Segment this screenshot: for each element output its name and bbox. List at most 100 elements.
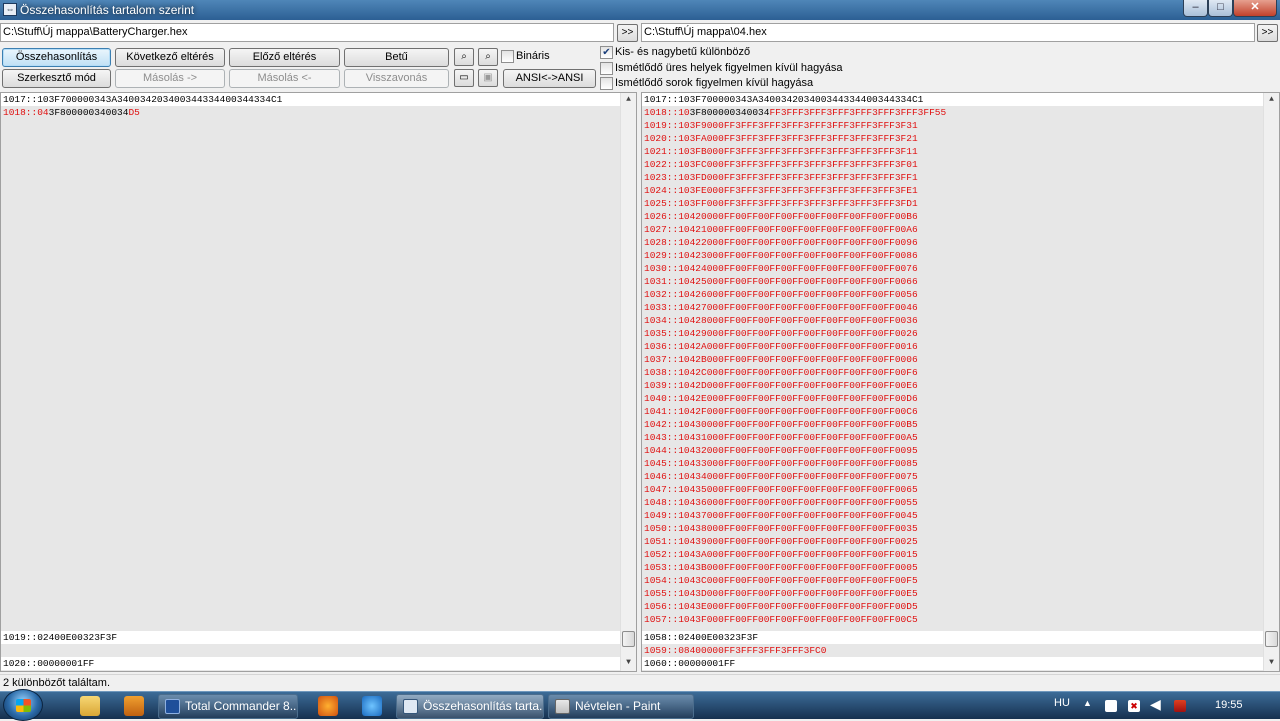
start-button[interactable] [3,689,43,721]
right-browse-button[interactable]: >> [1257,24,1278,42]
code-line-diff: 1039::1042D000FF00FF00FF00FF00FF00FF00FF… [644,380,918,391]
diff-segment: 10 [678,107,690,118]
left-file-path-input[interactable]: C:\Stuff\Új mappa\BatteryCharger.hex [0,23,614,42]
right-diff-lines: 1019::103F9000FF3FFF3FFF3FFF3FFF3FFF3FFF… [642,119,1263,626]
code-line-diff: 1056::1043E000FF00FF00FF00FF00FF00FF00FF… [644,601,918,612]
code-line-diff: 1034::10428000FF00FF00FF00FF00FF00FF00FF… [644,315,918,326]
code-line-diff: 1053::1043B000FF00FF00FF00FF00FF00FF00FF… [644,562,918,573]
font-button[interactable]: Betű [344,48,449,67]
case-sensitive-checkbox[interactable]: ✔ [600,46,613,59]
left-code-area[interactable]: 1017::103F700000343A34003420340034433440… [1,93,620,671]
status-bar: 2 különbözőt találtam. [0,674,1280,691]
code-line-diff: 1059::08400000FF3FFF3FFF3FFF3FC0 [644,645,827,656]
compare-button[interactable]: Összehasonlítás [2,48,111,67]
case-sensitive-label: Kis- és nagybetű különböző [615,46,751,58]
code-line-diff: 1044::10432000FF00FF00FF00FF00FF00FF00FF… [644,445,918,456]
right-compare-pane[interactable]: 1017::103F700000343A34003420340034433440… [641,92,1280,672]
code-line-diff: 1030::10424000FF00FF00FF00FF00FF00FF00FF… [644,263,918,274]
code-line-diff: 1054::1043C000FF00FF00FF00FF00FF00FF00FF… [644,575,918,586]
save-icon[interactable]: ▣ [478,69,498,87]
undo-button[interactable]: Visszavonás [344,69,449,88]
ignore-spaces-checkbox[interactable] [600,62,613,75]
ignore-lines-label: Ismétlődő sorok figyelmen kívül hagyása [615,77,814,89]
code-line-diff: 1046::10434000FF00FF00FF00FF00FF00FF00FF… [644,471,918,482]
device-icon[interactable] [1105,700,1117,712]
left-compare-pane[interactable]: 1017::103F700000343A34003420340034433440… [0,92,637,672]
explorer-icon[interactable] [80,696,100,716]
code-line-diff: 1029::10423000FF00FF00FF00FF00FF00FF00FF… [644,250,918,261]
find-next-icon[interactable]: ⌕ [478,48,498,66]
edit-mode-button[interactable]: Szerkesztő mód [2,69,111,88]
right-bottom-scrollbar[interactable]: ▼ [1263,631,1279,671]
maximize-button[interactable]: □ [1208,0,1233,17]
taskbar-item-paint[interactable]: Névtelen - Paint [548,694,694,719]
right-code-area[interactable]: 1017::103F700000343A34003420340034433440… [642,93,1263,671]
code-line-diff: 1036::1042A000FF00FF00FF00FF00FF00FF00FF… [644,341,918,352]
internet-explorer-icon[interactable] [362,696,382,716]
code-line-diff: 1018::103F800000340034FF3FFF3FFF3FFF3FFF… [642,106,1263,119]
language-indicator[interactable]: HU [1054,697,1070,709]
windows-logo-icon [16,699,31,712]
same-segment: 3F800000340034 [689,107,770,118]
prev-diff-button[interactable]: Előző eltérés [229,48,340,67]
copy-left-button[interactable]: Másolás <- [229,69,340,88]
left-vertical-scrollbar[interactable]: ▲ [620,93,636,631]
show-hidden-icons[interactable]: ▲ [1083,698,1092,708]
line-number: 1018:: [3,107,38,118]
code-line-diff: 1049::10437000FF00FF00FF00FF00FF00FF00FF… [644,510,918,521]
code-line-diff: 1023::103FD000FF3FFF3FFF3FFF3FFF3FFF3FFF… [644,172,918,183]
scroll-down-icon[interactable]: ▼ [1264,656,1279,669]
code-line-diff: 1038::1042C000FF00FF00FF00FF00FF00FF00FF… [644,367,918,378]
code-line: 1020::00000001FF [1,657,620,670]
code-line: 1019::02400E00323F3F [1,631,620,644]
window-title: Összehasonlítás tartalom szerint [20,3,195,17]
find-icon[interactable]: ⌕ [454,48,474,66]
code-line-diff: 1033::10427000FF00FF00FF00FF00FF00FF00FF… [644,302,918,313]
right-vertical-scrollbar[interactable]: ▲ [1263,93,1279,631]
taskbar-item-compare[interactable]: Összehasonlítás tarta... [396,694,544,719]
binary-checkbox[interactable] [501,50,514,63]
compare-app-icon [403,699,418,714]
volume-icon[interactable]: ◀ [1150,696,1161,713]
code-line-diff: 1041::1042F000FF00FF00FF00FF00FF00FF00FF… [644,406,918,417]
taskbar-item-total-commander[interactable]: Total Commander 8.... [158,694,298,719]
left-bottom-scrollbar[interactable]: ▼ [620,631,636,671]
code-line-diff: 1018::043F800000340034D5 [1,106,620,119]
code-line-diff: 1025::103FF000FF3FFF3FFF3FFF3FFF3FFF3FFF… [644,198,918,209]
scroll-up-icon[interactable]: ▲ [621,93,636,106]
scroll-down-icon[interactable]: ▼ [621,656,636,669]
code-line-diff: 1028::10422000FF00FF00FF00FF00FF00FF00FF… [644,237,918,248]
right-file-path-input[interactable]: C:\Stuff\Új mappa\04.hex [641,23,1255,42]
ansi-button[interactable]: ANSI<->ANSI [503,69,596,88]
code-line-diff: 1042::10430000FF00FF00FF00FF00FF00FF00FF… [644,419,918,430]
scroll-thumb[interactable] [622,631,635,647]
clock[interactable]: 19:55 [1215,699,1243,711]
window-icon[interactable]: ▭ [454,69,474,87]
firefox-icon[interactable] [318,696,338,716]
ignore-spaces-label: Ismétlődő üres helyek figyelmen kívül ha… [615,62,843,74]
diff-segment: D5 [128,107,140,118]
diff-segment: FF3FFF3FFF3FFF3FFF3FFF3FFF3FF55 [769,107,947,118]
code-line-diff: 1048::10436000FF00FF00FF00FF00FF00FF00FF… [644,497,918,508]
code-line-diff: 1021::103FB000FF3FFF3FFF3FFF3FFF3FFF3FFF… [644,146,918,157]
copy-right-button[interactable]: Másolás -> [115,69,225,88]
code-line-diff: 1026::10420000FF00FF00FF00FF00FF00FF00FF… [644,211,918,222]
scroll-up-icon[interactable]: ▲ [1264,93,1279,106]
code-line-diff: 1037::1042B000FF00FF00FF00FF00FF00FF00FF… [644,354,918,365]
app-icon: ⇔ [3,3,17,16]
media-player-icon[interactable] [124,696,144,716]
code-line: 1017::103F700000343A34003420340034433440… [642,93,1263,106]
code-line-diff: 1055::1043D000FF00FF00FF00FF00FF00FF00FF… [644,588,918,599]
taskbar-label: Összehasonlítás tarta... [423,699,544,713]
scroll-thumb[interactable] [1265,631,1278,647]
minimize-button[interactable]: – [1183,0,1208,17]
taskbar-label: Névtelen - Paint [575,699,661,713]
next-diff-button[interactable]: Következő eltérés [115,48,225,67]
diff-segment: 04 [37,107,49,118]
ignore-lines-checkbox[interactable] [600,77,613,90]
close-button[interactable]: ✕ [1233,0,1277,17]
left-browse-button[interactable]: >> [617,24,638,42]
network-error-icon[interactable]: ✖ [1128,700,1140,712]
code-line-diff: 1022::103FC000FF3FFF3FFF3FFF3FFF3FFF3FFF… [644,159,918,170]
signal-icon[interactable] [1174,700,1186,712]
